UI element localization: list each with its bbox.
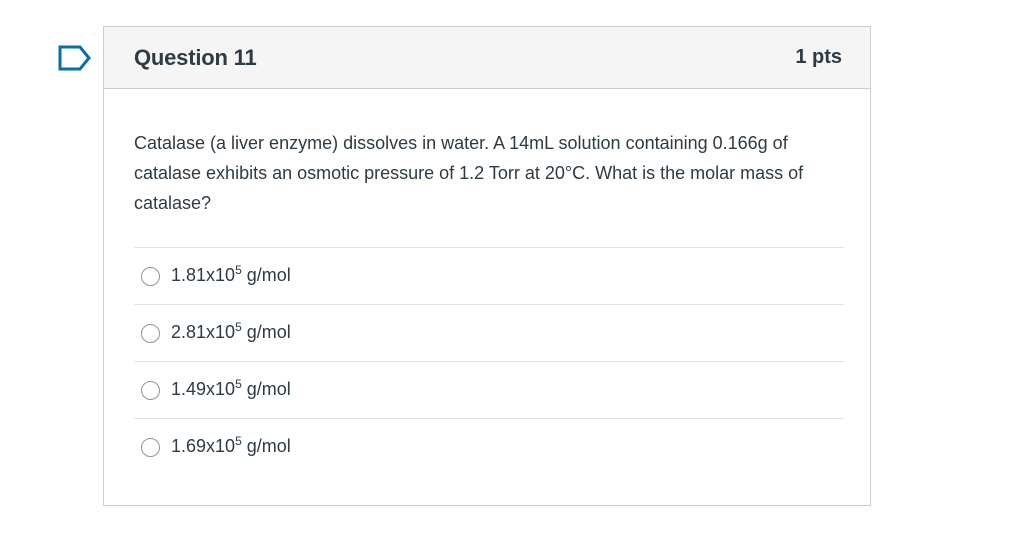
question-header: Question 11 1 pts: [104, 27, 870, 89]
answer-option[interactable]: 1.49x105 g/mol: [134, 362, 844, 419]
answer-option[interactable]: 2.81x105 g/mol: [134, 305, 844, 362]
radio-button[interactable]: [141, 438, 160, 457]
radio-button[interactable]: [141, 324, 160, 343]
answer-label[interactable]: 1.69x105 g/mol: [171, 435, 291, 457]
question-text: Catalase (a liver enzyme) dissolves in w…: [134, 133, 804, 213]
answer-list: 1.81x105 g/mol 2.81x105 g/mol 1.49x105 g…: [134, 247, 844, 476]
answer-option[interactable]: 1.81x105 g/mol: [134, 248, 844, 305]
question-title: Question 11: [134, 45, 257, 70]
flag-question-icon[interactable]: [58, 45, 92, 71]
radio-button[interactable]: [141, 267, 160, 286]
answer-label[interactable]: 1.81x105 g/mol: [171, 264, 291, 286]
answer-label[interactable]: 1.49x105 g/mol: [171, 378, 291, 400]
question-card: Question 11 1 pts Catalase (a liver enzy…: [103, 26, 871, 506]
answer-label[interactable]: 2.81x105 g/mol: [171, 321, 291, 343]
answer-option[interactable]: 1.69x105 g/mol: [134, 419, 844, 476]
question-points: 1 pts: [795, 46, 842, 68]
radio-button[interactable]: [141, 381, 160, 400]
